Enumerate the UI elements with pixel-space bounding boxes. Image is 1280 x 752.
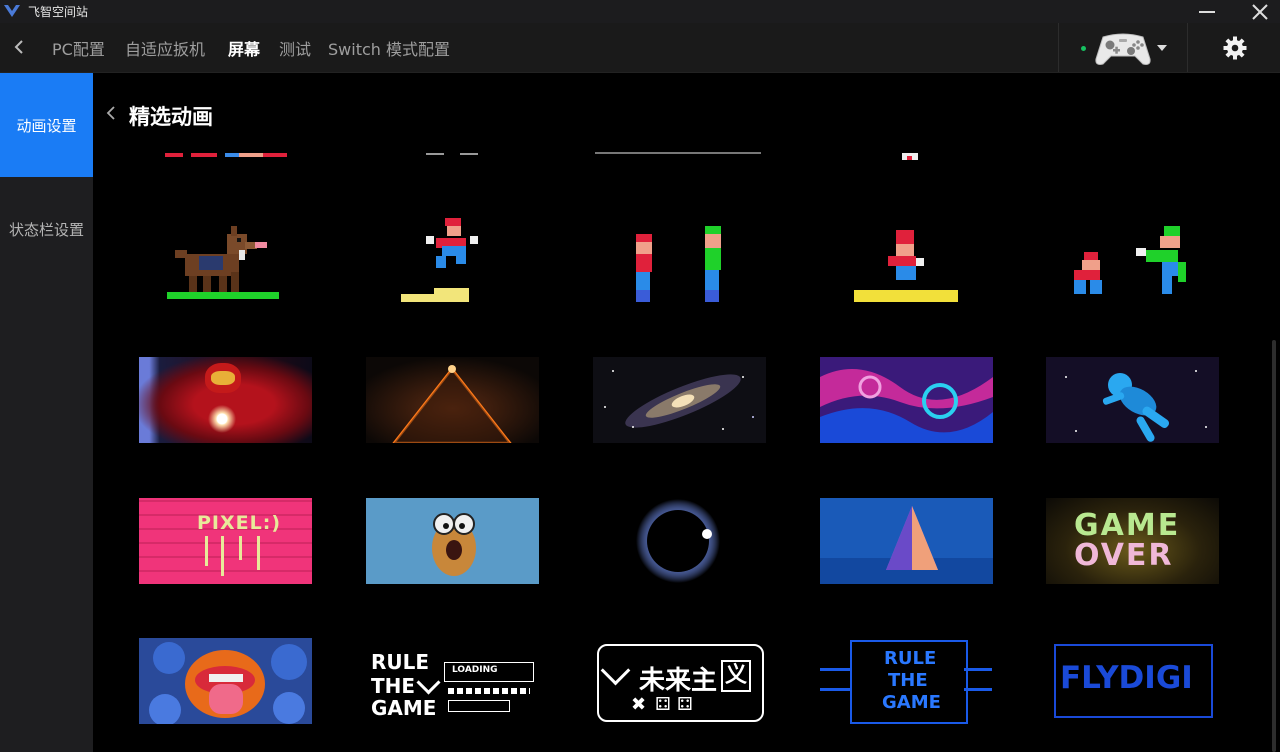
minimize-button[interactable]: [1187, 0, 1227, 23]
animation-thumbnail-jumper[interactable]: [366, 216, 539, 302]
title-bar: 飞智空间站: [0, 0, 1280, 23]
tab-test[interactable]: 测试: [279, 36, 311, 60]
animation-thumbnail-purple-swirl[interactable]: [820, 357, 993, 443]
sidebar-item-animation-settings[interactable]: 动画设置: [0, 73, 93, 177]
cartoon-egg-image: [366, 498, 539, 584]
astronaut-image: [1046, 357, 1219, 443]
crystal-pyramid-image: [820, 498, 993, 584]
page-title: 精选动画: [129, 105, 213, 129]
game-text: GAME: [371, 696, 437, 720]
animation-thumbnail-cartoon-egg[interactable]: [366, 498, 539, 584]
sidebar-item-label: 动画设置: [16, 116, 77, 135]
pixel-brothers-image: [1074, 226, 1186, 294]
eclipse-image: [593, 498, 766, 584]
flydigi-text: FLYDIGI: [1060, 660, 1193, 696]
minimize-icon: [1199, 10, 1215, 13]
rule-text: RULE: [884, 648, 937, 669]
animation-thumbnail-astronaut[interactable]: [1046, 357, 1219, 443]
x-mark-icon: ✖: [631, 694, 647, 715]
chevron-left-icon[interactable]: [104, 104, 118, 122]
animation-thumbnail-game-over[interactable]: GAME OVER: [1046, 498, 1219, 584]
animation-thumbnail-dog[interactable]: [139, 216, 312, 302]
animation-thumbnail-crystal-pyramid[interactable]: [820, 498, 993, 584]
dice-icon: ⚃: [677, 694, 693, 715]
animation-thumbnail-partial[interactable]: [820, 140, 993, 170]
gear-icon[interactable]: [1222, 35, 1248, 61]
animation-thumbnail-pixel-wall[interactable]: PIXEL:): [139, 498, 312, 584]
sidebar-item-label: 状态栏设置: [8, 220, 84, 239]
back-button[interactable]: [8, 35, 30, 59]
tab-pc-config[interactable]: PC配置: [52, 36, 105, 60]
pixel-twins-image: [636, 226, 721, 302]
gamepad-icon[interactable]: [1093, 29, 1153, 67]
animation-thumbnail-partial[interactable]: [366, 140, 539, 170]
animation-thumbnail-twins[interactable]: [593, 216, 766, 302]
tab-switch-mode-config[interactable]: Switch 模式配置: [328, 36, 450, 60]
the-text: THE: [888, 670, 928, 691]
loading-text: LOADING: [452, 665, 498, 675]
tab-screen[interactable]: 屏幕: [228, 36, 260, 60]
the-text: THE: [371, 674, 416, 698]
tongue-art-image: [139, 638, 312, 724]
glowing-pyramid-image: [366, 357, 539, 443]
animation-thumbnail-rule-the-game-white[interactable]: RULE THE GAME LOADING: [366, 638, 539, 724]
flydigi-logo-icon: [4, 5, 20, 17]
animation-thumbnail-tongue-art[interactable]: [139, 638, 312, 724]
nav-bar: PC配置 自适应扳机 屏幕 测试 Switch 模式配置: [0, 23, 1280, 73]
chevron-left-icon: [14, 40, 23, 54]
pixel-dog-image: [167, 226, 279, 299]
connection-status-dot: [1081, 46, 1086, 51]
galaxy-image: [593, 357, 766, 443]
sidebar-item-statusbar-settings[interactable]: 状态栏设置: [0, 177, 93, 281]
sidebar: 动画设置 状态栏设置: [0, 73, 93, 752]
animation-thumbnail-iron-man[interactable]: [139, 357, 312, 443]
game-over-text-line2: OVER: [1074, 538, 1174, 573]
pixel-wall-image: [139, 498, 312, 584]
animation-thumbnail-galaxy[interactable]: [593, 357, 766, 443]
app-title: 飞智空间站: [28, 5, 89, 19]
nav-divider: [1058, 23, 1059, 72]
tab-adaptive-trigger[interactable]: 自适应扳机: [125, 36, 205, 60]
animation-thumbnail-platform[interactable]: [820, 216, 993, 302]
scrollbar-thumb[interactable]: [1272, 340, 1276, 752]
animation-thumbnail-partial[interactable]: [139, 140, 312, 170]
animation-thumbnail-glowing-pyramid[interactable]: [366, 357, 539, 443]
animation-thumbnail-partial[interactable]: [593, 140, 766, 170]
animation-thumbnail-future-master[interactable]: 未来主 义 ✖ ⚃ ⚃: [593, 638, 766, 724]
caret-down-icon[interactable]: [1157, 44, 1167, 52]
nav-divider: [1187, 23, 1188, 72]
rule-text: RULE: [371, 650, 430, 674]
pixel-wall-text: PIXEL:): [197, 512, 282, 534]
pixel-platform-image: [854, 230, 958, 302]
pixel-jumper-image: [401, 218, 478, 302]
game-text: GAME: [882, 692, 941, 713]
future-master-text: 未来主: [639, 666, 718, 696]
animation-thumbnail-flydigi-logo[interactable]: FLYDIGI: [1046, 638, 1219, 724]
close-icon: [1252, 3, 1268, 20]
dice-icon: ⚃: [655, 694, 671, 715]
animation-thumbnail-rule-the-game-blue[interactable]: RULE THE GAME: [820, 638, 993, 724]
animation-thumbnail-eclipse[interactable]: [593, 498, 766, 584]
purple-swirl-image: [820, 357, 993, 443]
animation-thumbnail-brothers[interactable]: [1046, 216, 1219, 302]
future-master-box-char: 义: [721, 660, 751, 692]
close-window-button[interactable]: [1240, 0, 1280, 23]
